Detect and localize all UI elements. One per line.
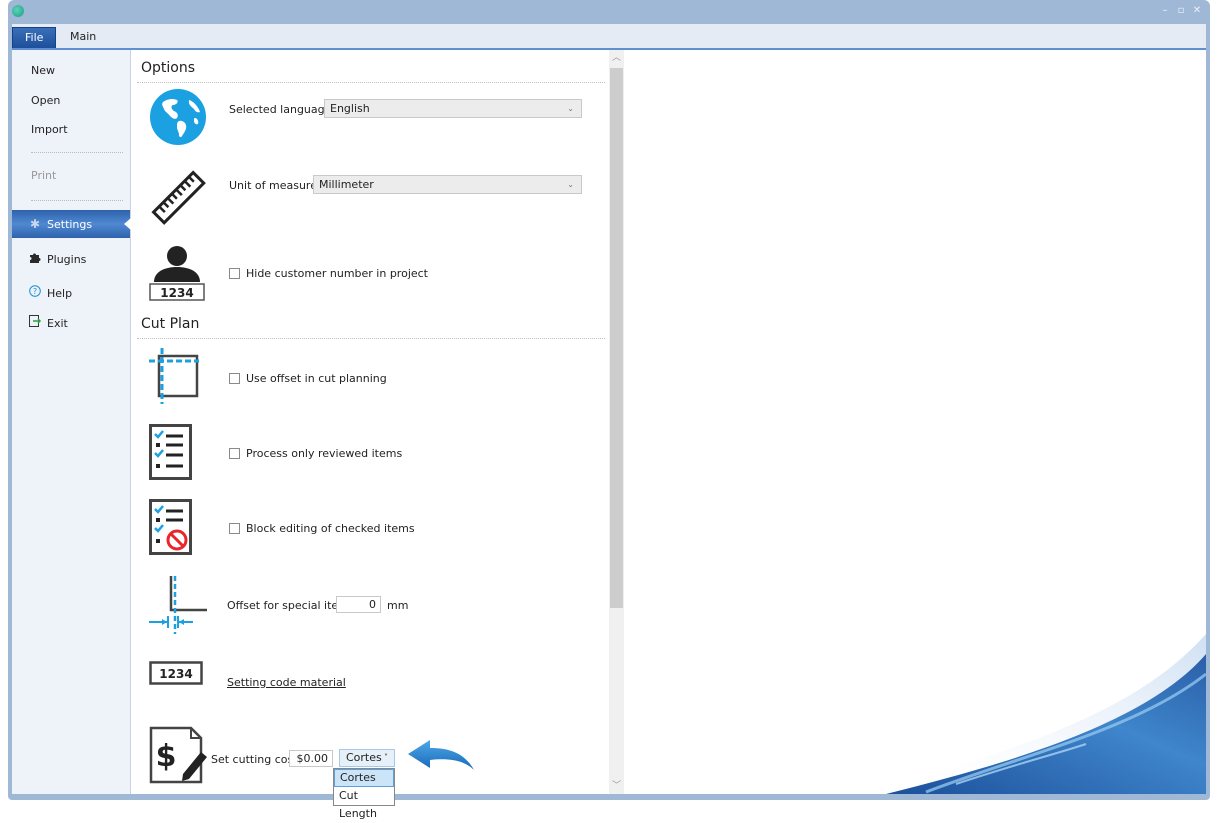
unit-select[interactable]: Millimeter ⌄ <box>313 175 582 194</box>
setting-code-material-link[interactable]: Setting code material <box>227 676 346 689</box>
globe-icon <box>149 88 209 148</box>
block-editing-label: Block editing of checked items <box>246 522 415 535</box>
unit-label: Unit of measure: <box>229 179 321 192</box>
decorative-swoosh <box>866 604 1207 794</box>
section-divider <box>137 338 605 339</box>
use-offset-label: Use offset in cut planning <box>246 372 387 385</box>
language-label: Selected language: <box>229 103 336 116</box>
cutting-cost-mode-dropdown: Cortes Cut Length <box>333 768 395 820</box>
sidebar-item-label: Exit <box>47 317 68 330</box>
process-reviewed-checkbox[interactable] <box>229 448 240 459</box>
app-window: – ▫ ✕ File Main New Open Import Print ✱ S… <box>8 0 1210 820</box>
dropdown-option-cut-length[interactable]: Cut Length <box>334 787 394 820</box>
section-divider <box>137 82 605 83</box>
process-reviewed-checkbox-row[interactable]: Process only reviewed items <box>229 447 402 460</box>
unit-value: Millimeter <box>319 178 374 191</box>
use-offset-checkbox[interactable] <box>229 373 240 384</box>
sidebar-item-label: Open <box>31 94 61 107</box>
puzzle-icon <box>28 248 42 270</box>
cutting-cost-label: Set cutting cost <box>211 753 298 766</box>
svg-text:?: ? <box>33 287 37 296</box>
exit-icon <box>28 312 42 334</box>
cutting-cost-mode-select[interactable]: Cortes ˅ <box>339 749 395 767</box>
sidebar-item-exit[interactable]: Exit <box>12 312 130 334</box>
vertical-scrollbar[interactable]: ︿ ﹀ <box>609 50 624 794</box>
code-material-icon: 1234 <box>149 661 209 685</box>
sidebar-item-label: Help <box>47 287 73 300</box>
sidebar-item-label: Print <box>31 169 57 182</box>
close-button[interactable]: ✕ <box>1192 6 1202 16</box>
scrollbar-thumb[interactable] <box>610 68 623 608</box>
block-editing-checkbox-row[interactable]: Block editing of checked items <box>229 522 415 535</box>
sidebar-item-plugins[interactable]: Plugins <box>12 248 130 270</box>
sidebar-item-label: Import <box>31 123 68 136</box>
chevron-down-icon: ⌄ <box>567 104 574 113</box>
offset-crop-icon <box>149 348 209 408</box>
cutting-cost-input[interactable]: $0.00 <box>289 750 333 767</box>
svg-text:1234: 1234 <box>160 286 193 300</box>
section-title-options: Options <box>141 60 196 76</box>
customer-number-icon: 1234 <box>149 246 209 306</box>
client-area: New Open Import Print ✱ Settings Plugins … <box>12 48 1207 820</box>
sidebar-item-help[interactable]: ? Help <box>12 282 130 304</box>
sidebar-item-label: Settings <box>47 218 93 231</box>
title-bar: – ▫ ✕ <box>8 0 1210 26</box>
checklist-blocked-icon <box>149 499 209 559</box>
gear-icon: ✱ <box>29 217 41 231</box>
ruler-icon <box>149 168 209 228</box>
help-icon: ? <box>28 282 42 304</box>
sidebar-separator <box>31 152 123 153</box>
tab-file[interactable]: File <box>12 27 57 48</box>
use-offset-checkbox-row[interactable]: Use offset in cut planning <box>229 372 387 385</box>
cutting-cost-mode-value: Cortes <box>346 751 382 764</box>
annotation-arrow-icon <box>406 738 476 774</box>
offset-special-icon <box>149 574 209 634</box>
process-reviewed-label: Process only reviewed items <box>246 447 403 460</box>
maximize-button[interactable]: ▫ <box>1176 6 1186 16</box>
language-value: English <box>330 102 370 115</box>
hide-customer-label: Hide customer number in project <box>246 267 428 280</box>
scroll-up-icon[interactable]: ︿ <box>609 50 624 66</box>
chevron-down-icon: ˅ <box>384 753 388 762</box>
offset-special-unit: mm <box>387 599 409 612</box>
sidebar-item-new[interactable]: New <box>12 60 130 82</box>
chevron-down-icon: ⌄ <box>567 180 574 189</box>
sidebar-item-settings[interactable]: ✱ Settings <box>12 210 131 238</box>
block-editing-checkbox[interactable] <box>229 523 240 534</box>
ribbon-tabs: File Main <box>12 24 1206 48</box>
hide-customer-checkbox[interactable] <box>229 268 240 279</box>
sidebar-item-open[interactable]: Open <box>12 90 130 112</box>
sidebar-item-import[interactable]: Import <box>12 119 130 141</box>
offset-special-label: Offset for special item <box>227 599 349 612</box>
sidebar-item-label: Plugins <box>47 253 87 266</box>
section-title-cut-plan: Cut Plan <box>141 316 200 332</box>
checklist-icon <box>149 424 209 484</box>
cutting-cost-icon: $ <box>149 726 209 786</box>
offset-special-input[interactable]: 0 <box>336 596 381 613</box>
sidebar-separator <box>31 200 123 201</box>
app-logo-icon <box>12 5 24 17</box>
language-select[interactable]: English ⌄ <box>324 99 582 118</box>
sidebar-item-label: New <box>31 64 55 77</box>
tab-main[interactable]: Main <box>58 27 108 48</box>
scroll-down-icon[interactable]: ﹀ <box>609 778 624 794</box>
settings-panel: Options Selected language: English ⌄ Uni… <box>131 50 624 820</box>
sidebar-item-print[interactable]: Print <box>12 165 130 187</box>
svg-text:$: $ <box>156 739 177 774</box>
backstage-sidebar: New Open Import Print ✱ Settings Plugins … <box>12 50 131 794</box>
dropdown-option-cortes[interactable]: Cortes <box>334 769 394 787</box>
minimize-button[interactable]: – <box>1160 6 1170 16</box>
hide-customer-checkbox-row[interactable]: Hide customer number in project <box>229 267 428 280</box>
svg-text:1234: 1234 <box>159 667 192 681</box>
